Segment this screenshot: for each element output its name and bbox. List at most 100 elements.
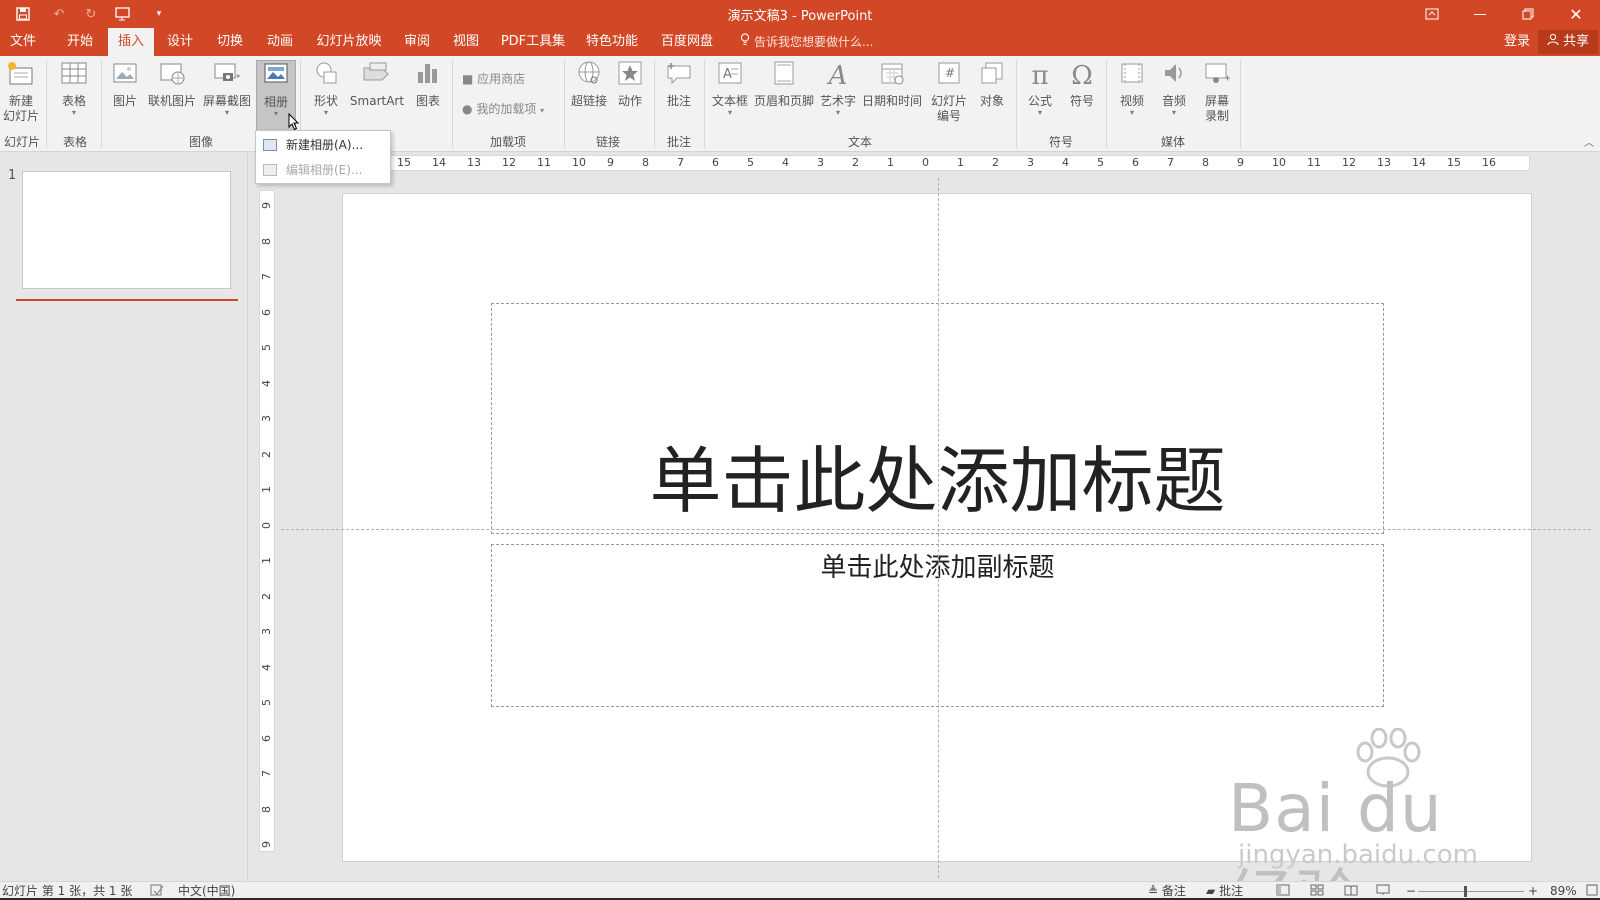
new-slide-button[interactable]: 新建 幻灯片 <box>0 60 42 124</box>
tab-design[interactable]: 设计 <box>158 28 202 56</box>
slide-number-button[interactable]: # 幻灯片 编号 <box>926 60 972 124</box>
hyperlink-button[interactable]: 超链接 <box>568 60 610 109</box>
notes-icon: ≜ <box>1148 884 1159 898</box>
group-separator <box>654 60 655 148</box>
horizontal-ruler[interactable]: 15 14 13 12 11 10 9 8 7 6 5 4 3 2 1 0 1 2 3 4 5 6 7 8 9 10 11 12 13 1… <box>388 155 1530 171</box>
vertical-guide[interactable] <box>938 178 939 878</box>
tab-special-features[interactable]: 特色功能 <box>580 28 644 56</box>
online-picture-button[interactable]: 联机图片 <box>146 60 198 109</box>
equation-label: 公式 <box>1027 94 1052 108</box>
ribbon-tabs: 文件 开始 插入 设计 切换 动画 幻灯片放映 审阅 视图 PDF工具集 特色功… <box>0 28 1600 56</box>
equation-button[interactable]: π 公式 ▾ <box>1020 60 1060 117</box>
start-from-beginning-icon[interactable] <box>108 4 138 24</box>
menu-item-edit-album[interactable]: 编辑相册(E)... <box>256 158 390 183</box>
tell-me-text: 告诉我您想要做什么... <box>754 35 874 49</box>
ruler-label: 5 <box>1097 156 1104 169</box>
screenshot-button[interactable]: 屏幕截图 ▾ <box>200 60 254 117</box>
ribbon-display-options-icon[interactable] <box>1408 0 1456 28</box>
comment-button[interactable]: 批注 <box>660 60 698 109</box>
tab-review[interactable]: 审阅 <box>398 28 436 56</box>
zoom-slider-thumb[interactable] <box>1464 886 1467 897</box>
smartart-button[interactable]: SmartArt <box>348 60 406 109</box>
shapes-button[interactable]: 形状 ▾ <box>306 60 346 117</box>
ribbon: 新建 幻灯片 表格 ▾ 图片 联机图片 屏幕截图 ▾ 相册 ▾ 图像 形状 ▾ … <box>0 56 1600 152</box>
minimize-icon[interactable]: — <box>1456 0 1504 28</box>
header-footer-button[interactable]: 页眉和页脚 <box>752 60 816 109</box>
ruler-label: 10 <box>1272 156 1286 169</box>
close-icon[interactable]: ✕ <box>1552 0 1600 28</box>
tab-insert[interactable]: 插入 <box>108 28 154 56</box>
textbox-label: 文本框 <box>711 94 748 108</box>
tab-file[interactable]: 文件 <box>2 28 44 56</box>
wordart-button[interactable]: A 艺术字 ▾ <box>818 60 858 117</box>
tab-pdf-tools[interactable]: PDF工具集 <box>496 28 570 56</box>
picture-button[interactable]: 图片 <box>106 60 144 109</box>
store-button[interactable]: ■ 应用商店 <box>462 70 525 87</box>
slide-thumbnail-pane: 1 <box>0 153 248 881</box>
tab-animations[interactable]: 动画 <box>258 28 302 56</box>
undo-icon[interactable]: ↶ <box>44 4 74 24</box>
table-button[interactable]: 表格 ▾ <box>52 60 96 117</box>
horizontal-guide[interactable] <box>281 529 1591 530</box>
ruler-label: 5 <box>260 699 273 706</box>
language-status[interactable]: 中文(中国) <box>178 884 235 899</box>
calendar-icon <box>860 60 924 92</box>
action-button[interactable]: 动作 <box>612 60 648 109</box>
chart-button[interactable]: 图表 <box>410 60 446 109</box>
ruler-label: 8 <box>260 237 273 245</box>
my-addins-button[interactable]: ● 我的加载项 ▾ <box>462 100 544 117</box>
sign-in-link[interactable]: 登录 <box>1504 28 1530 56</box>
zoom-slider[interactable] <box>1418 891 1524 892</box>
ruler-label: 4 <box>1062 156 1069 169</box>
screenshot-label: 屏幕截图 <box>202 94 251 108</box>
ruler-label: 11 <box>1307 156 1321 169</box>
omega-icon: Ω <box>1071 61 1093 91</box>
slide-thumbnail[interactable] <box>22 171 231 289</box>
restore-icon[interactable] <box>1504 0 1552 28</box>
zoom-in-icon[interactable]: + <box>1528 884 1538 899</box>
object-button[interactable]: 对象 <box>972 60 1012 109</box>
group-separator <box>564 60 565 148</box>
audio-button[interactable]: 音频 ▾ <box>1154 60 1194 117</box>
ruler-label: 1 <box>957 156 964 169</box>
vertical-ruler[interactable]: 9 8 7 6 5 4 3 2 1 0 1 2 3 4 5 6 7 8 9 <box>259 190 275 852</box>
zoom-level[interactable]: 89% <box>1550 884 1577 899</box>
new-slide-label: 新建 幻灯片 <box>2 94 39 123</box>
ruler-label: 3 <box>260 415 273 422</box>
tab-transitions[interactable]: 切换 <box>208 28 252 56</box>
group-separator <box>704 60 705 148</box>
ruler-label: 9 <box>260 841 273 848</box>
ruler-label: 5 <box>260 344 273 351</box>
person-icon <box>1547 33 1563 49</box>
share-button[interactable]: 共享 <box>1538 30 1598 54</box>
tab-home[interactable]: 开始 <box>58 28 102 56</box>
collapse-ribbon-icon[interactable]: ︿ <box>1584 134 1594 149</box>
tab-baidu-netdisk[interactable]: 百度网盘 <box>654 28 720 56</box>
slide-count-status[interactable]: 幻灯片 第 1 张，共 1 张 <box>2 884 132 899</box>
ruler-label: 14 <box>1412 156 1426 169</box>
screen-recording-button[interactable]: 屏幕 录制 <box>1196 60 1238 124</box>
header-footer-icon <box>752 60 816 92</box>
tell-me-box[interactable]: 告诉我您想要做什么... <box>740 28 873 56</box>
save-icon[interactable] <box>8 4 38 24</box>
ruler-label: 3 <box>260 628 273 635</box>
zoom-out-icon[interactable]: − <box>1406 884 1416 899</box>
redo-icon[interactable]: ↻ <box>80 4 102 24</box>
ruler-label: 4 <box>782 156 789 169</box>
group-label-media: 媒体 <box>1160 135 1185 149</box>
ruler-label: 6 <box>712 156 719 169</box>
watermark-url: jingyan.baidu.com <box>1238 840 1478 870</box>
comments-button[interactable]: ▰ 批注 <box>1206 884 1243 899</box>
new-slide-icon <box>0 60 42 92</box>
textbox-button[interactable]: A 文本框 ▾ <box>708 60 752 117</box>
notes-button[interactable]: ≜ 备注 <box>1148 884 1186 899</box>
video-button[interactable]: 视频 ▾ <box>1112 60 1152 117</box>
date-time-button[interactable]: 日期和时间 <box>860 60 924 109</box>
tab-view[interactable]: 视图 <box>446 28 486 56</box>
symbol-button[interactable]: Ω 符号 <box>1062 60 1102 109</box>
edit-album-icon <box>263 164 277 176</box>
customize-qat-icon[interactable]: ▾ <box>144 4 174 24</box>
menu-item-new-album[interactable]: 新建相册(A)... <box>256 133 390 158</box>
table-icon <box>52 60 96 92</box>
tab-slide-show[interactable]: 幻灯片放映 <box>308 28 390 56</box>
